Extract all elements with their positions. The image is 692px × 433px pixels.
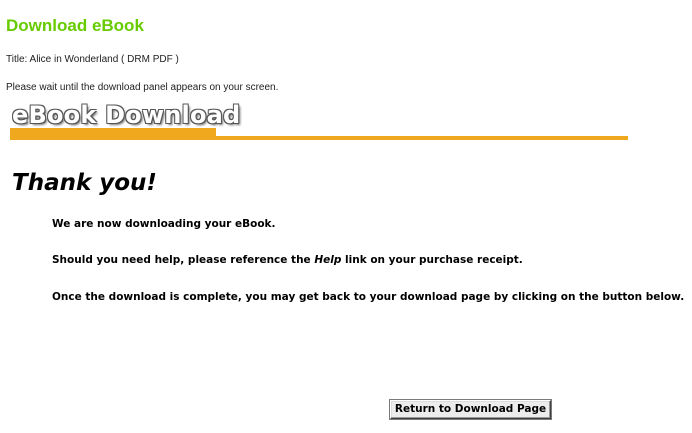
banner-title: eBook Download xyxy=(12,101,241,129)
ebook-title-line: Title: Alice in Wonderland ( DRM PDF ) xyxy=(6,54,179,65)
page-title: Download eBook xyxy=(6,16,144,35)
thank-you-heading: Thank you! xyxy=(12,170,157,196)
wait-instructions: Please wait until the download panel app… xyxy=(6,82,279,93)
return-instructions: Once the download is complete, you may g… xyxy=(52,291,685,303)
downloading-message: We are now downloading your eBook. xyxy=(52,218,276,230)
return-to-download-page-button[interactable]: Return to Download Page xyxy=(390,400,551,419)
help-emphasis: Help xyxy=(314,254,342,266)
ebook-download-banner: eBook Download xyxy=(10,98,628,142)
help-message: Should you need help, please reference t… xyxy=(52,253,523,267)
banner-accent-bar xyxy=(10,136,628,140)
help-message-before: Should you need help, please reference t… xyxy=(52,254,315,266)
help-message-after: link on your purchase receipt. xyxy=(341,254,523,266)
